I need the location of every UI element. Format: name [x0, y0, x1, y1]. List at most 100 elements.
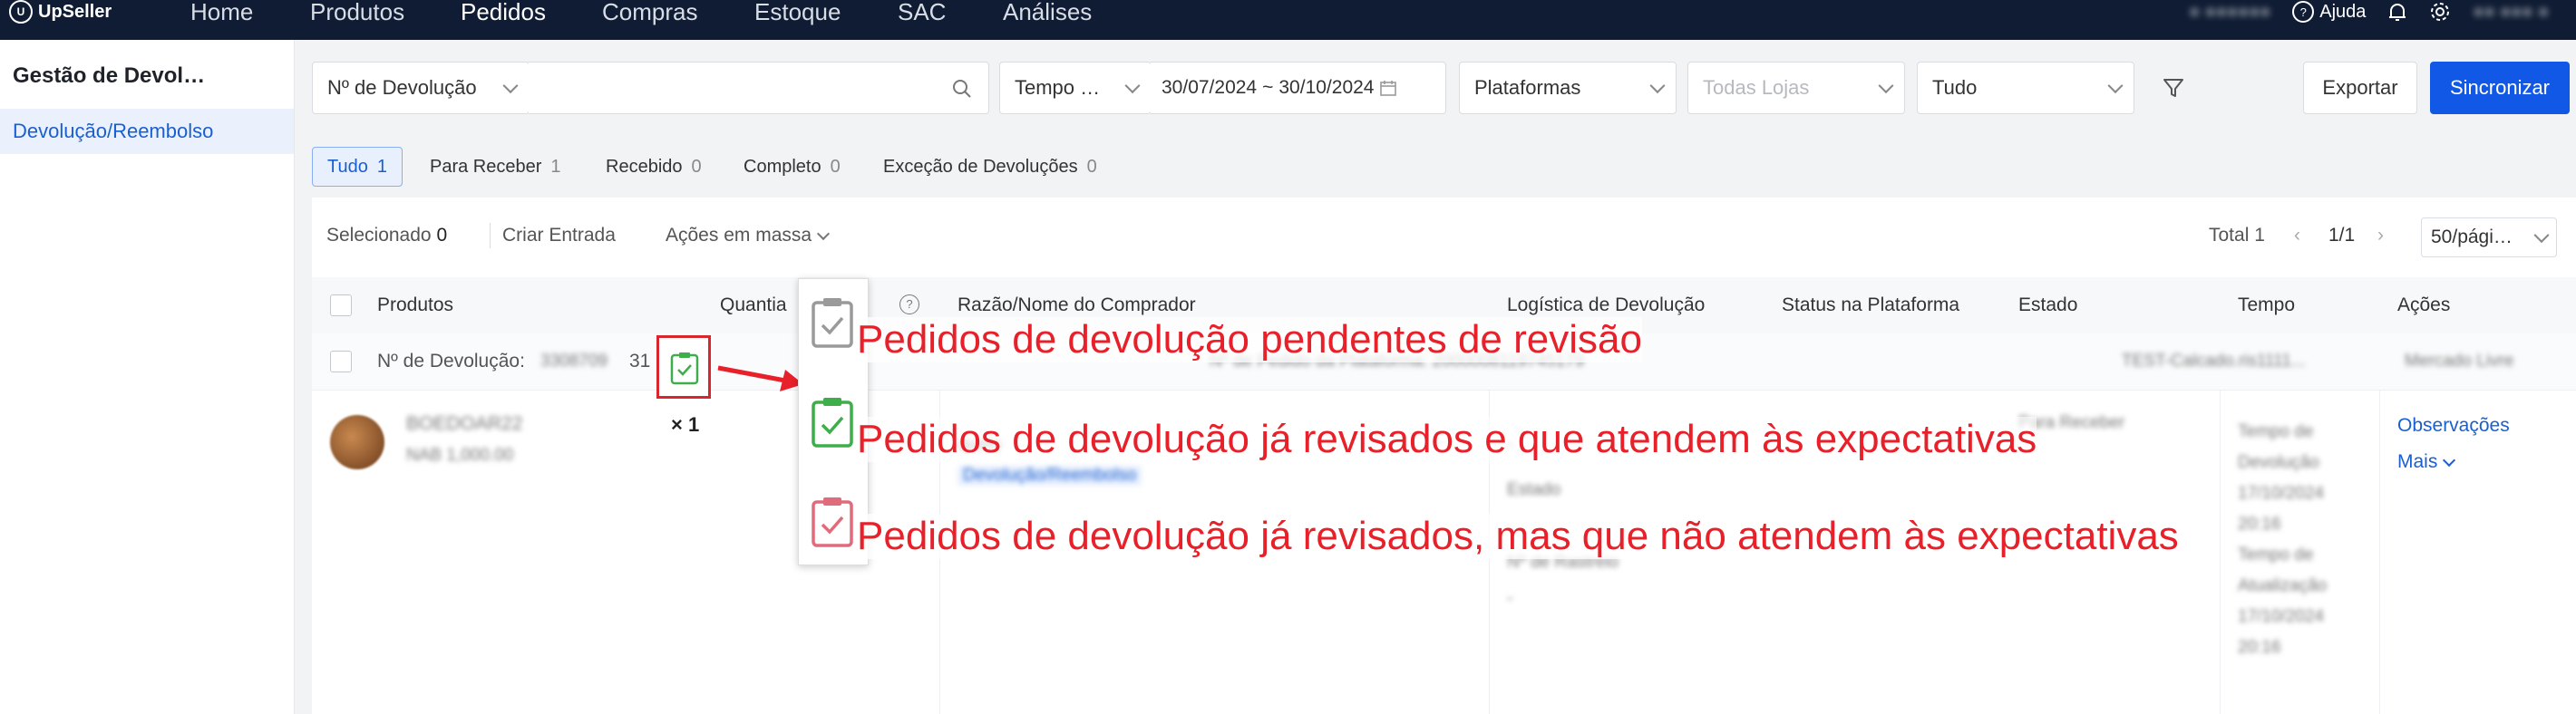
date-separator: ~ — [1262, 77, 1274, 98]
tab-label: Completo — [744, 156, 821, 177]
nav-pedidos[interactable]: Pedidos — [461, 0, 546, 24]
more-label: Mais — [2397, 451, 2438, 472]
date-range-picker[interactable]: 30/07/2024 ~ 30/10/2024 — [1151, 62, 1446, 114]
inspection-status-highlight[interactable] — [656, 335, 711, 399]
tab-count: 0 — [830, 156, 841, 177]
bulk-actions-label: Ações em massa — [666, 225, 812, 246]
clipboard-check-gray-icon — [812, 298, 853, 348]
bell-icon[interactable] — [2387, 1, 2407, 23]
sidebar-item-devolucao[interactable]: Devolução/Reembolso — [0, 109, 294, 154]
sidebar-title: Gestão de Devol… — [13, 63, 206, 88]
return-type-badge-blurred: Devolução/Reembolso — [957, 466, 1142, 486]
user-menu-blurred[interactable]: ●● ●●● ● — [2473, 2, 2549, 23]
more-dropdown[interactable]: Mais — [2397, 451, 2456, 473]
tab-tudo[interactable]: Tudo 1 — [312, 147, 403, 187]
total-count: Total 1 — [2209, 225, 2265, 246]
selected-count: 0 — [436, 225, 448, 246]
select-all-checkbox[interactable] — [330, 294, 352, 316]
selected-label: Selecionado — [326, 225, 432, 246]
annotation-pending-review: Pedidos de devolução pendentes de revisã… — [857, 317, 1642, 362]
notes-link[interactable]: Observações — [2397, 415, 2510, 437]
prev-page-icon[interactable]: ‹ — [2294, 225, 2300, 246]
bulk-actions-dropdown[interactable]: Ações em massa — [666, 225, 831, 246]
chevron-down-icon — [1878, 78, 1894, 94]
row-checkbox[interactable] — [330, 351, 352, 372]
tab-excecao[interactable]: Exceção de Devoluções 0 — [869, 147, 1112, 187]
tab-count: 0 — [1086, 156, 1097, 177]
page-size-select[interactable]: 50/pági… — [2421, 217, 2557, 257]
upseller-logo-icon: U — [9, 0, 33, 24]
chevron-down-icon — [502, 78, 519, 94]
sidebar: Gestão de Devol… Devolução/Reembolso — [0, 40, 295, 714]
platforms-select[interactable]: Plataformas — [1459, 62, 1677, 114]
platform-name-blurred: Mercado Livre — [2405, 352, 2514, 371]
annotation-reviewed-meets: Pedidos de devolução já revisados e que … — [857, 417, 2037, 462]
clipboard-check-green-icon — [812, 398, 853, 448]
product-sku-blurred: BOEDOAR22 — [406, 413, 523, 434]
stores-placeholder: Todas Lojas — [1703, 76, 1810, 99]
tab-count: 0 — [691, 156, 702, 177]
info-icon[interactable]: ? — [899, 294, 919, 314]
chevron-down-icon — [816, 227, 831, 240]
account-menu-blurred[interactable]: ● ●●●●●● — [2189, 2, 2270, 23]
col-status-plataforma: Status na Plataforma — [1782, 294, 1960, 315]
nav-compras[interactable]: Compras — [602, 0, 697, 24]
help-button[interactable]: ? Ajuda — [2292, 1, 2366, 23]
chevron-down-icon — [2107, 78, 2124, 94]
tab-para-receber[interactable]: Para Receber 1 — [415, 147, 576, 187]
chevron-down-icon — [1124, 78, 1141, 94]
nav-produtos[interactable]: Produtos — [310, 0, 404, 24]
times-blurred: Tempo de Devolução 17/10/2024 20:16 Tempo… — [2238, 422, 2328, 657]
nav-home[interactable]: Home — [190, 0, 253, 24]
search-input[interactable] — [529, 62, 989, 114]
chevron-down-icon — [2443, 453, 2456, 467]
stores-select[interactable]: Todas Lojas — [1687, 62, 1905, 114]
time-type-select[interactable]: Tempo … — [999, 62, 1152, 114]
status-select[interactable]: Tudo — [1917, 62, 2134, 114]
platforms-value: Plataformas — [1474, 76, 1581, 99]
search-type-select[interactable]: Nº de Devolução — [312, 62, 530, 114]
col-quantia: Quantia — [720, 294, 787, 315]
page-size-value: 50/pági… — [2431, 227, 2513, 247]
quantity-value: × 1 — [671, 413, 700, 436]
filter-icon[interactable] — [2162, 76, 2185, 100]
create-entry-button[interactable]: Criar Entrada — [502, 225, 616, 246]
col-acoes: Ações — [2397, 294, 2451, 315]
nav-analises[interactable]: Análises — [1003, 0, 1092, 24]
tab-completo[interactable]: Completo 0 — [729, 147, 855, 187]
col-produtos: Produtos — [377, 294, 454, 315]
tab-label: Recebido — [606, 156, 683, 177]
top-right-tools: ● ●●●●●● ? Ajuda ●● ●●● ● — [2189, 0, 2549, 24]
sync-button[interactable]: Sincronizar — [2430, 62, 2570, 114]
col-divider — [2379, 390, 2380, 714]
nav-estoque[interactable]: Estoque — [754, 0, 841, 24]
gear-icon[interactable] — [2429, 1, 2451, 23]
return-number-blurred: 3308709 — [540, 352, 608, 371]
date-start: 30/07/2024 — [1162, 77, 1258, 98]
calendar-icon — [1380, 81, 1397, 96]
col-divider — [2220, 390, 2221, 714]
time-type-value: Tempo … — [1015, 76, 1101, 99]
toolbar-divider — [490, 223, 491, 248]
nav-sac[interactable]: SAC — [898, 0, 946, 24]
next-page-icon[interactable]: › — [2377, 225, 2384, 246]
tab-count: 1 — [550, 156, 561, 177]
col-estado: Estado — [2018, 294, 2078, 315]
tab-count: 1 — [376, 156, 387, 177]
search-icon[interactable] — [952, 79, 972, 99]
tab-recebido[interactable]: Recebido 0 — [591, 147, 716, 187]
return-number-label: Nº de Devolução: — [377, 351, 525, 371]
tab-label: Para Receber — [430, 156, 542, 177]
annotation-reviewed-fails: Pedidos de devolução já revisados, mas q… — [857, 514, 2179, 559]
product-thumbnail — [330, 415, 384, 469]
logistics-5-blurred: - — [1507, 589, 1513, 608]
return-number-suffix: 31 — [629, 351, 651, 371]
product-variant-blurred: NAB 1,000.00 — [406, 446, 514, 465]
app-logo[interactable]: U UpSeller — [9, 0, 112, 24]
logistics-2-blurred: Estado — [1507, 480, 1561, 499]
status-value: Tudo — [1932, 76, 1978, 99]
tab-label: Exceção de Devoluções — [883, 156, 1078, 177]
page-indicator: 1/1 — [2328, 225, 2356, 246]
selected-counter: Selecionado 0 — [326, 225, 447, 246]
export-button[interactable]: Exportar — [2303, 62, 2417, 114]
